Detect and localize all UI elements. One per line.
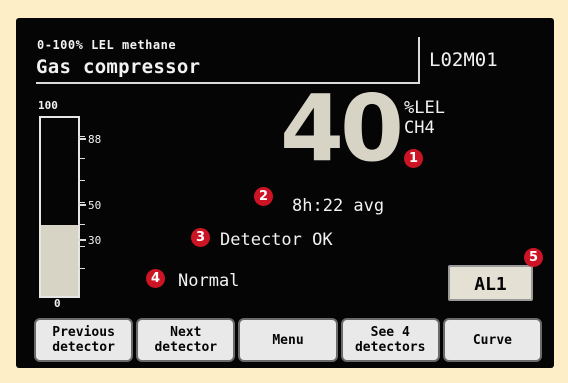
softkey-label: detectors xyxy=(354,340,426,355)
softkey-label: detector xyxy=(154,340,218,355)
alarm-indicator: AL1 xyxy=(448,265,533,301)
callout-badge-3: 3 xyxy=(191,228,210,247)
threshold-tick-88 xyxy=(78,138,86,140)
softkey-bar: Previous detector Next detector Menu See 4… xyxy=(34,318,543,362)
softkey-label: See 4 xyxy=(370,325,410,340)
bar-tick xyxy=(78,136,85,137)
softkey-label: Next xyxy=(170,325,202,340)
reading-gas: CH4 xyxy=(404,118,435,138)
softkey-label: Menu xyxy=(272,332,304,348)
bar-min-label: 0 xyxy=(54,297,61,310)
softkey-label: Previous xyxy=(52,325,115,340)
bar-tick xyxy=(78,246,85,247)
bar-max-label: 100 xyxy=(38,99,58,112)
gas-range-label: 0-100% LEL methane xyxy=(37,38,177,52)
softkey-label: Curve xyxy=(472,332,512,348)
see-4-detectors-button[interactable]: See 4 detectors xyxy=(340,318,440,362)
threshold-label-30: 30 xyxy=(88,234,102,247)
average-readout: 8h:22 avg xyxy=(292,196,385,216)
bar-tick xyxy=(78,202,85,203)
threshold-tick-30 xyxy=(78,239,86,241)
previous-detector-button[interactable]: Previous detector xyxy=(34,318,134,362)
menu-button[interactable]: Menu xyxy=(238,318,338,362)
title-divider-vertical xyxy=(418,37,420,84)
threshold-label-50: 50 xyxy=(88,199,102,212)
reading-unit: %LEL xyxy=(404,98,445,118)
callout-badge-2: 2 xyxy=(254,187,273,206)
callout-badge-5: 5 xyxy=(524,248,543,267)
level-bar-graph xyxy=(39,116,80,298)
callout-badge-1: 1 xyxy=(404,149,423,168)
threshold-label-88: 88 xyxy=(88,133,102,146)
bar-tick xyxy=(78,224,85,225)
level-bar-fill xyxy=(41,224,78,296)
curve-button[interactable]: Curve xyxy=(442,318,543,362)
next-detector-button[interactable]: Next detector xyxy=(136,318,236,362)
bar-tick xyxy=(78,268,85,269)
gas-reading-value: 40 xyxy=(280,75,404,182)
softkey-label: detector xyxy=(52,340,115,355)
bar-tick xyxy=(78,180,85,181)
threshold-tick-50 xyxy=(78,204,86,206)
callout-badge-4: 4 xyxy=(146,269,165,288)
operating-mode: Normal xyxy=(178,271,240,291)
detector-code: L02M01 xyxy=(429,49,498,71)
detector-status: Detector OK xyxy=(220,230,333,250)
location-title: Gas compressor xyxy=(36,56,201,78)
detector-screen: 0-100% LEL methane Gas compressor L02M01… xyxy=(16,18,554,368)
bar-tick xyxy=(78,158,85,159)
